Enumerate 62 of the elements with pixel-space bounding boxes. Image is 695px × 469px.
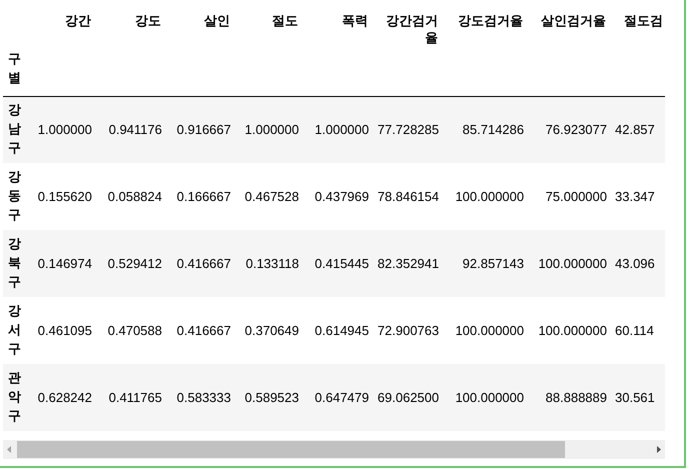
table-cell: 0.470588 [108,322,162,338]
table-cell: 0.411765 [108,390,162,405]
table-cell: 0.941176 [108,122,162,137]
table-cell: 0.437969 [314,188,369,204]
table-cell: 0.614945 [314,322,369,338]
table-cell: 0.628242 [38,390,92,405]
table-cell: 76.923077 [546,122,607,137]
column-header: 강간 [65,13,91,28]
table-cell: 78.846154 [378,188,439,204]
row-label: 강북구 [8,235,21,291]
horizontal-scrollbar[interactable] [3,440,665,459]
column-header: 절도 [272,13,298,28]
table-cell: 0.583333 [176,390,231,405]
table-cell: 100.000000 [455,322,524,338]
table-cell: 0.416667 [176,322,231,338]
column-header: 강간검거율 [386,13,438,45]
column-header: 살인검거율 [541,13,606,28]
row-label: 강동구 [8,168,21,224]
table-cell: 0.166667 [176,188,231,204]
table-cell: 75.000000 [546,188,607,204]
table-cell: 85.714286 [462,122,524,137]
table-cell: 69.062500 [378,390,439,405]
column-header: 절도검 [624,13,663,28]
column-header: 강도검거율 [458,13,523,28]
table-cell: 0.133118 [246,256,299,271]
row-label: 강남구 [8,101,21,158]
index-header: 구별 [8,50,21,87]
table-cell: 43.096 [615,256,655,271]
row-label: 관악구 [8,369,21,425]
column-header: 살인 [204,13,230,28]
table-cell: 0.467528 [244,188,299,204]
table-cell: 100.000000 [455,188,524,204]
table-cell: 1.000000 [244,122,299,137]
table-cell: 77.728285 [378,122,439,137]
table-cell: 88.888889 [546,390,607,405]
table-cell: 42.857 [615,122,655,137]
table-cell: 0.146974 [38,256,92,271]
table-cell: 0.589523 [244,390,299,405]
table-cell: 0.416667 [176,256,231,271]
table-cell: 0.415445 [314,256,369,271]
row-label: 강서구 [8,302,21,358]
table-cell: 0.529412 [108,256,162,271]
table-cell: 100.000000 [538,322,607,338]
table-cell: 60.114 [615,322,654,338]
table-cell: 0.916667 [176,122,231,137]
column-header: 폭력 [342,13,368,28]
table-cell: 0.461095 [38,322,92,338]
table-cell: 30.561 [615,390,655,405]
table-cell: 0.370649 [244,322,299,338]
table-cell: 1.000000 [38,122,92,137]
table-cell: 82.352941 [378,256,439,271]
table-cell: 0.155620 [38,188,92,204]
table-cell: 72.900763 [378,322,439,338]
table-cell: 0.647479 [314,390,369,405]
scrollbar-thumb[interactable] [17,441,565,458]
table-cell: 1.000000 [314,122,369,137]
table-cell: 100.000000 [538,256,607,271]
table-cell: 92.857143 [462,256,524,271]
table-cell: 100.000000 [455,390,524,405]
table-cell: 0.058824 [108,188,162,204]
table-cell: 33.347 [615,188,655,204]
column-header: 강도 [135,13,161,28]
